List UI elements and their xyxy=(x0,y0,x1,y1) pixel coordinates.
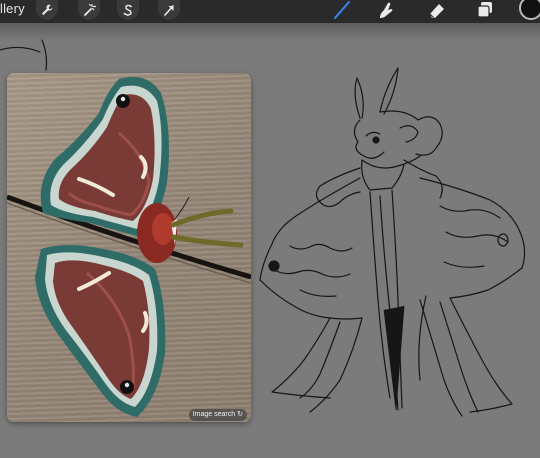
image-search-label: Image search xyxy=(192,411,236,418)
refresh-icon: ↻ xyxy=(237,411,243,418)
reference-image-panel[interactable]: Image search ↻ xyxy=(7,73,251,422)
moth-photo xyxy=(7,76,251,417)
image-search-button[interactable]: Image search ↻ xyxy=(188,409,247,421)
